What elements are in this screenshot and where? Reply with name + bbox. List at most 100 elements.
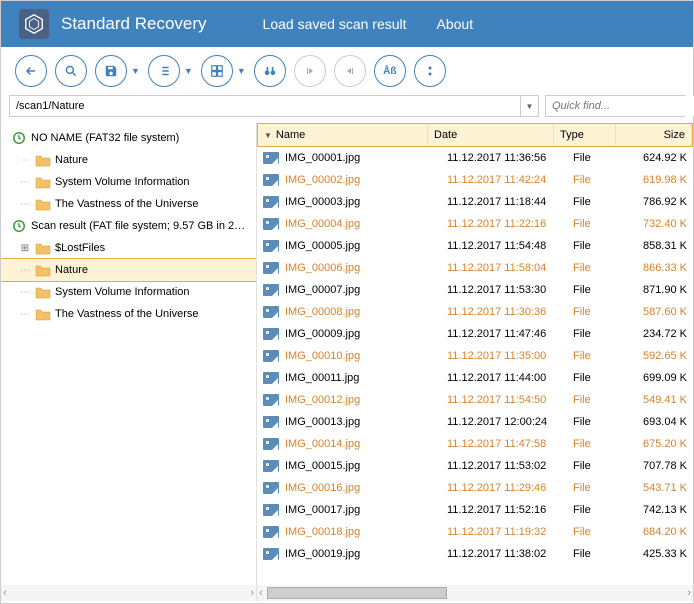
col-size[interactable]: Size <box>616 124 692 146</box>
tree-label: The Vastness of the Universe <box>55 308 198 320</box>
quick-find-wrap <box>545 95 685 117</box>
tree-label: $LostFiles <box>55 242 105 254</box>
file-name: IMG_00012.jpg <box>285 394 360 406</box>
menu-about[interactable]: About <box>437 16 474 32</box>
file-row[interactable]: IMG_00001.jpg11.12.2017 11:36:56File624.… <box>257 147 693 169</box>
tree-root[interactable]: NO NAME (FAT32 file system) <box>1 127 256 149</box>
file-size: 234.72 K <box>629 328 693 340</box>
tree-dots-icon: ⋯ <box>19 309 31 320</box>
view-button[interactable] <box>201 55 233 87</box>
file-type: File <box>567 152 629 164</box>
file-row[interactable]: IMG_00018.jpg11.12.2017 11:19:32File684.… <box>257 521 693 543</box>
file-row[interactable]: IMG_00007.jpg11.12.2017 11:53:30File871.… <box>257 279 693 301</box>
address-dropdown[interactable]: ▼ <box>520 96 538 116</box>
col-date[interactable]: Date <box>428 124 554 146</box>
app-title: Standard Recovery <box>61 14 207 34</box>
file-row[interactable]: IMG_00009.jpg11.12.2017 11:47:46File234.… <box>257 323 693 345</box>
app-logo-icon <box>19 9 49 39</box>
search-button[interactable] <box>55 55 87 87</box>
file-size: 684.20 K <box>629 526 693 538</box>
file-row[interactable]: IMG_00012.jpg11.12.2017 11:54:50File549.… <box>257 389 693 411</box>
save-dropdown[interactable]: ▼ <box>131 66 140 76</box>
tree-item[interactable]: ⋯ The Vastness of the Universe <box>1 303 256 325</box>
list-button[interactable] <box>148 55 180 87</box>
file-size: 675.20 K <box>629 438 693 450</box>
file-name: IMG_00017.jpg <box>285 504 360 516</box>
image-icon <box>263 306 279 318</box>
folder-icon <box>35 175 51 189</box>
file-row[interactable]: IMG_00014.jpg11.12.2017 11:47:58File675.… <box>257 433 693 455</box>
file-size: 549.41 K <box>629 394 693 406</box>
file-date: 11.12.2017 11:47:46 <box>441 328 567 340</box>
file-type: File <box>567 548 629 560</box>
file-pane: ▼Name Date Type Size IMG_00001.jpg11.12.… <box>257 123 693 601</box>
tree-hscroll[interactable]: ‹› <box>1 585 256 601</box>
image-icon <box>263 328 279 340</box>
tree-dots-icon: ⋯ <box>19 155 31 166</box>
binoculars-button[interactable] <box>254 55 286 87</box>
file-name: IMG_00016.jpg <box>285 482 360 494</box>
file-row[interactable]: IMG_00003.jpg11.12.2017 11:18:44File786.… <box>257 191 693 213</box>
file-row[interactable]: IMG_00019.jpg11.12.2017 11:38:02File425.… <box>257 543 693 565</box>
file-size: 858.31 K <box>629 240 693 252</box>
address-input[interactable] <box>10 96 520 116</box>
tree-item[interactable]: ⊞ $LostFiles <box>1 237 256 259</box>
folder-icon <box>35 285 51 299</box>
tree-item[interactable]: ⋯Nature <box>1 259 256 281</box>
list-dropdown[interactable]: ▼ <box>184 66 193 76</box>
clock-icon <box>11 131 27 145</box>
tree-root[interactable]: Scan result (FAT file system; 9.57 GB in… <box>1 215 256 237</box>
file-date: 11.12.2017 11:29:46 <box>441 482 567 494</box>
back-button[interactable] <box>15 55 47 87</box>
menu-load-result[interactable]: Load saved scan result <box>263 16 407 32</box>
file-row[interactable]: IMG_00017.jpg11.12.2017 11:52:16File742.… <box>257 499 693 521</box>
prev-button[interactable] <box>294 55 326 87</box>
file-size: 732.40 K <box>629 218 693 230</box>
view-dropdown[interactable]: ▼ <box>237 66 246 76</box>
file-hscroll[interactable]: ‹› <box>257 585 693 601</box>
tree-item[interactable]: ⋯Nature <box>1 149 256 171</box>
file-row[interactable]: IMG_00011.jpg11.12.2017 11:44:00File699.… <box>257 367 693 389</box>
file-date: 11.12.2017 11:58:04 <box>441 262 567 274</box>
folder-icon <box>35 263 51 277</box>
next-button[interactable] <box>334 55 366 87</box>
image-icon <box>263 482 279 494</box>
col-type[interactable]: Type <box>554 124 616 146</box>
file-row[interactable]: IMG_00013.jpg11.12.2017 12:00:24File693.… <box>257 411 693 433</box>
options-button[interactable] <box>414 55 446 87</box>
tree-item[interactable]: ⋯The Vastness of the Universe <box>1 193 256 215</box>
file-type: File <box>567 416 629 428</box>
file-row[interactable]: IMG_00008.jpg11.12.2017 11:30:36File587.… <box>257 301 693 323</box>
file-size: 699.09 K <box>629 372 693 384</box>
save-button[interactable] <box>95 55 127 87</box>
file-date: 11.12.2017 11:53:30 <box>441 284 567 296</box>
quick-find-input[interactable] <box>546 96 694 116</box>
file-type: File <box>567 218 629 230</box>
tree-dots-icon: ⋯ <box>19 199 31 210</box>
file-row[interactable]: IMG_00006.jpg11.12.2017 11:58:04File866.… <box>257 257 693 279</box>
expand-icon[interactable]: ⊞ <box>19 243 31 254</box>
file-row[interactable]: IMG_00010.jpg11.12.2017 11:35:00File592.… <box>257 345 693 367</box>
tree-item[interactable]: ⋯System Volume Information <box>1 281 256 303</box>
tree-label: Scan result (FAT file system; 9.57 GB in… <box>31 220 245 232</box>
file-type: File <box>567 460 629 472</box>
case-button[interactable]: Åß <box>374 55 406 87</box>
file-date: 11.12.2017 11:53:02 <box>441 460 567 472</box>
toolbar: ▼ ▼ ▼ Åß <box>1 47 693 95</box>
image-icon <box>263 196 279 208</box>
tree-item[interactable]: ⋯System Volume Information <box>1 171 256 193</box>
file-size: 425.33 K <box>629 548 693 560</box>
file-row[interactable]: IMG_00004.jpg11.12.2017 11:22:16File732.… <box>257 213 693 235</box>
file-name: IMG_00008.jpg <box>285 306 360 318</box>
file-date: 11.12.2017 11:44:00 <box>441 372 567 384</box>
tree-dots-icon: ⋯ <box>19 265 31 276</box>
file-date: 11.12.2017 11:52:16 <box>441 504 567 516</box>
image-icon <box>263 218 279 230</box>
file-row[interactable]: IMG_00005.jpg11.12.2017 11:54:48File858.… <box>257 235 693 257</box>
file-row[interactable]: IMG_00016.jpg11.12.2017 11:29:46File543.… <box>257 477 693 499</box>
col-name[interactable]: ▼Name <box>258 124 428 146</box>
file-row[interactable]: IMG_00015.jpg11.12.2017 11:53:02File707.… <box>257 455 693 477</box>
file-row[interactable]: IMG_00002.jpg11.12.2017 11:42:24File619.… <box>257 169 693 191</box>
main-area: NO NAME (FAT32 file system)⋯Nature⋯Syste… <box>1 123 693 601</box>
file-date: 11.12.2017 11:36:56 <box>441 152 567 164</box>
